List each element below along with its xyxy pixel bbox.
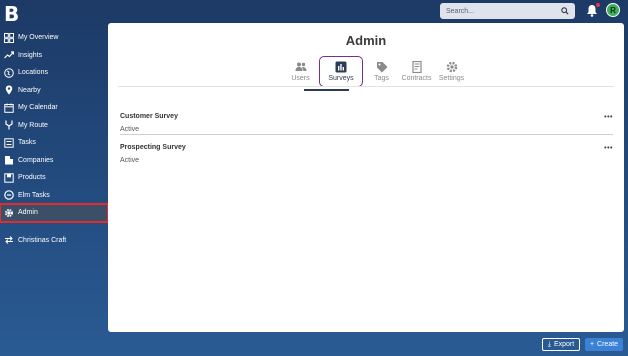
sidebar-item-label: My Calendar: [18, 104, 58, 112]
gear-icon: [4, 208, 14, 218]
search-icon[interactable]: [561, 7, 569, 15]
tab-settings[interactable]: Settings: [435, 56, 468, 87]
route-icon: [4, 120, 14, 130]
sidebar-item-label: Elm Tasks: [18, 191, 50, 199]
sidebar-item-label: Products: [18, 174, 46, 182]
create-label: Create: [597, 341, 619, 348]
sidebar-item-my-calendar[interactable]: My Calendar: [0, 99, 108, 117]
sidebar-item-my-route[interactable]: My Route: [0, 117, 108, 135]
sidebar-item-christinas-craft[interactable]: Christinas Craft: [0, 232, 108, 250]
more-options-icon[interactable]: •••: [604, 145, 613, 152]
contract-icon: [411, 61, 422, 73]
survey-name: Customer Survey: [120, 113, 178, 120]
tasks-icon: [4, 138, 14, 148]
active-tab-indicator: [304, 89, 349, 91]
bar-chart-icon: [335, 61, 347, 73]
trend-icon: [4, 50, 14, 60]
sidebar-item-label: My Route: [18, 121, 48, 129]
sidebar-item-label: Admin: [18, 209, 38, 217]
survey-status: Active: [120, 157, 140, 164]
pin-icon: [4, 85, 14, 95]
sidebar-item-label: Tasks: [18, 139, 36, 147]
sidebar-item-insights[interactable]: Insights: [0, 47, 108, 65]
search-placeholder: Search...: [446, 7, 475, 15]
app-logo[interactable]: B: [4, 2, 19, 26]
tab-tags[interactable]: Tags: [365, 56, 398, 87]
sidebar: My Overview Insights Locations Nearby My…: [0, 29, 109, 250]
elm-icon: [4, 190, 14, 201]
sidebar-item-label: Insights: [18, 51, 43, 59]
sidebar-item-admin[interactable]: Admin: [0, 203, 109, 223]
swap-icon: [4, 235, 14, 245]
sidebar-item-elm-tasks[interactable]: Elm Tasks: [0, 187, 108, 205]
list-item[interactable]: Customer Survey Active •••: [120, 113, 613, 133]
divider: [120, 134, 613, 135]
sidebar-item-products[interactable]: Products: [0, 169, 108, 187]
tab-label: Tags: [374, 75, 389, 82]
notification-dot: [596, 3, 600, 7]
list-item[interactable]: Prospecting Survey Active •••: [120, 144, 613, 164]
tab-surveys[interactable]: Surveys: [319, 56, 363, 87]
plus-icon: +: [589, 341, 595, 348]
tag-icon: [376, 62, 387, 73]
sidebar-item-companies[interactable]: Companies: [0, 152, 108, 170]
calendar-icon: [4, 103, 14, 113]
tab-contracts[interactable]: Contracts: [400, 56, 433, 87]
create-button[interactable]: + Create: [585, 338, 623, 351]
sidebar-item-locations[interactable]: Locations: [0, 64, 108, 82]
sidebar-item-label: Locations: [18, 69, 48, 77]
sidebar-item-label: Christinas Craft: [18, 236, 67, 244]
tab-label: Contracts: [401, 75, 432, 82]
building-icon: [4, 155, 14, 165]
users-icon: [295, 62, 306, 71]
globe-icon: [4, 67, 14, 78]
more-options-icon[interactable]: •••: [604, 114, 613, 121]
notification-bell-icon[interactable]: [586, 3, 600, 17]
sidebar-item-nearby[interactable]: Nearby: [0, 82, 108, 100]
survey-name: Prospecting Survey: [120, 144, 186, 151]
tab-users[interactable]: Users: [284, 56, 317, 87]
sidebar-item-label: My Overview: [18, 34, 59, 42]
tab-label: Settings: [438, 75, 465, 82]
download-icon: ⤓: [547, 340, 551, 348]
tab-label: Surveys: [328, 75, 354, 82]
sidebar-item-my-overview[interactable]: My Overview: [0, 29, 108, 47]
export-button[interactable]: ⤓ Export: [542, 338, 580, 351]
box-icon: [4, 173, 14, 183]
user-avatar[interactable]: R: [606, 3, 620, 17]
admin-panel: Admin Users Surveys Tags Contracts Setti…: [108, 23, 624, 332]
export-label: Export: [553, 341, 575, 348]
sidebar-item-tasks[interactable]: Tasks: [0, 134, 108, 152]
sidebar-item-label: Companies: [18, 156, 54, 164]
search-input[interactable]: Search...: [440, 3, 575, 19]
tabs-divider: [118, 86, 614, 87]
admin-tabs: Users Surveys Tags Contracts Settings: [284, 56, 470, 87]
sidebar-item-label: Nearby: [18, 86, 41, 94]
grid-icon: [4, 32, 14, 43]
settings-gear-icon: [446, 61, 457, 73]
page-title: Admin: [345, 33, 387, 48]
tab-label: Users: [291, 75, 310, 82]
survey-status: Active: [120, 126, 140, 133]
